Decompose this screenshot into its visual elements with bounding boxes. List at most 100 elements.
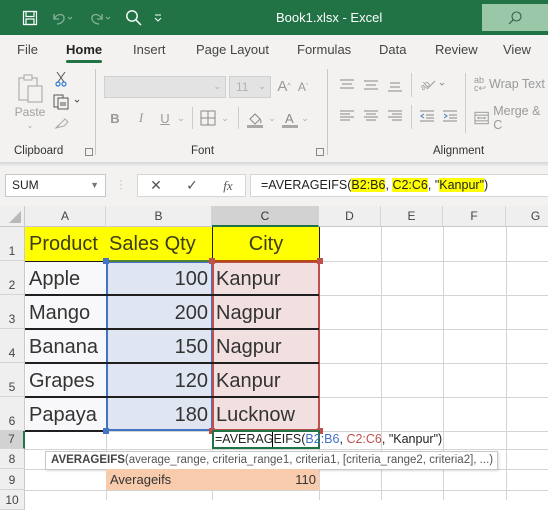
font-size-dropdown[interactable]: 11 ⌄	[229, 76, 271, 98]
cell-c5[interactable]: Kanpur	[212, 363, 319, 397]
tab-view[interactable]: View	[503, 35, 531, 65]
name-box[interactable]: SUM ▼	[5, 174, 106, 197]
font-dialog-launcher-icon[interactable]	[316, 148, 324, 156]
formula-bar-resize-handle[interactable]: · · ·	[119, 174, 123, 194]
column-header-a[interactable]: A	[25, 206, 106, 227]
function-tooltip[interactable]: AVERAGEIFS(average_range, criteria_range…	[45, 451, 498, 470]
underline-button[interactable]: U	[158, 109, 172, 127]
merge-center-button[interactable]: Merge & C	[474, 104, 548, 132]
decrease-font-size-button[interactable]: Aˇ	[296, 77, 310, 97]
tab-insert[interactable]: Insert	[133, 35, 166, 65]
row-header-2[interactable]: 2	[0, 261, 25, 295]
align-right-button[interactable]	[387, 109, 403, 123]
borders-dropdown-chevron-icon[interactable]: ⌄	[220, 111, 230, 125]
italic-button[interactable]: I	[134, 109, 148, 127]
bottom-align-button[interactable]	[387, 80, 403, 94]
tell-me-search-button[interactable]	[482, 4, 548, 31]
borders-button[interactable]	[199, 109, 217, 127]
bold-button[interactable]: B	[108, 109, 122, 127]
column-header-c[interactable]: C	[212, 206, 319, 227]
select-all-button[interactable]	[0, 206, 25, 227]
cell-b4[interactable]: 150	[106, 329, 212, 363]
name-box-dropdown-icon[interactable]: ▼	[90, 175, 99, 196]
tab-data[interactable]: Data	[379, 35, 406, 65]
cell-a2[interactable]: Apple	[25, 261, 106, 295]
row-header-7[interactable]: 7	[0, 431, 25, 449]
clipboard-dialog-launcher-icon[interactable]	[85, 148, 93, 156]
row-header-6[interactable]: 6	[0, 397, 25, 431]
align-left-button[interactable]	[339, 109, 355, 123]
cell-c1[interactable]: City	[212, 227, 320, 262]
cell-a1[interactable]: Product	[25, 227, 107, 262]
tooltip-function-name[interactable]: AVERAGEIFS	[51, 454, 125, 466]
align-center-button[interactable]	[363, 109, 379, 123]
tab-file[interactable]: File	[17, 35, 38, 65]
row-header-8[interactable]: 8	[0, 449, 25, 469]
column-header-f[interactable]: F	[443, 206, 506, 227]
cell-c7-formula-text[interactable]: =AVERAGEIFS(B2:B6, C2:C6, "Kanpur")	[215, 431, 442, 448]
increase-font-size-button[interactable]: A ^	[276, 75, 292, 97]
format-painter-button[interactable]	[53, 115, 71, 131]
paste-button[interactable]	[14, 71, 48, 105]
row-header-3[interactable]: 3	[0, 295, 25, 329]
paste-dropdown-chevron-icon[interactable]: ⌄	[24, 120, 36, 130]
copy-button[interactable]	[52, 93, 82, 111]
tab-page-layout[interactable]: Page Layout	[196, 35, 269, 65]
cell-b6[interactable]: 180	[106, 397, 212, 431]
save-button[interactable]	[18, 0, 42, 35]
decrease-indent-button[interactable]	[419, 109, 435, 123]
top-align-button[interactable]	[339, 77, 355, 91]
cell-a6[interactable]: Papaya	[25, 397, 106, 431]
wrap-text-button[interactable]: ab c↩ Wrap Text	[474, 75, 548, 93]
tab-review[interactable]: Review	[435, 35, 478, 65]
column-header-e[interactable]: E	[381, 206, 443, 227]
row-header-1[interactable]: 1	[0, 227, 25, 261]
fill-color-dropdown-chevron-icon[interactable]: ⌄	[267, 111, 277, 125]
underline-dropdown-chevron-icon[interactable]: ⌄	[176, 111, 186, 125]
font-color-button[interactable]: A	[280, 109, 300, 129]
search-button[interactable]	[122, 0, 146, 35]
range-c-handle[interactable]	[209, 258, 215, 264]
orientation-button[interactable]: ab	[418, 75, 448, 93]
cancel-entry-button[interactable]: ✕	[144, 175, 168, 196]
column-header-d[interactable]: D	[319, 206, 381, 227]
range-c-handle[interactable]	[317, 258, 323, 264]
cell-c9[interactable]: 110	[212, 469, 316, 490]
row-header-5[interactable]: 5	[0, 363, 25, 397]
cell-a3[interactable]: Mango	[25, 295, 106, 329]
cell-c3[interactable]: Nagpur	[212, 295, 319, 329]
tab-formulas[interactable]: Formulas	[297, 35, 351, 65]
range-b-handle[interactable]	[103, 428, 109, 434]
row-header-9[interactable]: 9	[0, 469, 25, 490]
tab-home[interactable]: Home	[66, 35, 103, 65]
redo-button[interactable]	[86, 0, 114, 35]
increase-indent-button[interactable]	[442, 109, 458, 123]
cell-b9[interactable]: Averageifs	[108, 469, 208, 490]
middle-align-button[interactable]	[363, 78, 379, 92]
customize-qat-button[interactable]	[150, 0, 166, 35]
font-color-dropdown-chevron-icon[interactable]: ⌄	[300, 111, 310, 125]
cell-a4[interactable]: Banana	[25, 329, 106, 363]
column-header-g[interactable]: G	[506, 206, 548, 227]
cell-a5[interactable]: Grapes	[25, 363, 106, 397]
enter-entry-button[interactable]: ✓	[180, 175, 204, 196]
cell-c2[interactable]: Kanpur	[212, 261, 319, 295]
cut-button[interactable]	[53, 70, 69, 88]
cell-c6[interactable]: Lucknow	[212, 397, 319, 431]
font-color-icon: A	[282, 111, 298, 128]
formula-input[interactable]: =AVERAGEIFS(B2:B6, C2:C6, "Kanpur")	[250, 174, 548, 197]
cell-b2[interactable]: 100	[106, 261, 212, 295]
font-name-dropdown[interactable]: ⌄	[104, 76, 226, 98]
cell-b3[interactable]: 200	[106, 295, 212, 329]
insert-function-button[interactable]: fx	[216, 175, 240, 196]
group-separator	[327, 69, 328, 155]
fill-color-button[interactable]	[245, 109, 265, 129]
cell-b5[interactable]: 120	[106, 363, 212, 397]
undo-button[interactable]	[48, 0, 76, 35]
row-header-4[interactable]: 4	[0, 329, 25, 363]
column-header-b[interactable]: B	[106, 206, 212, 227]
cell-c4[interactable]: Nagpur	[212, 329, 319, 363]
row-header-10[interactable]: 10	[0, 490, 25, 510]
range-b-handle[interactable]	[103, 258, 109, 264]
cell-b1[interactable]: Sales Qty	[106, 227, 213, 262]
